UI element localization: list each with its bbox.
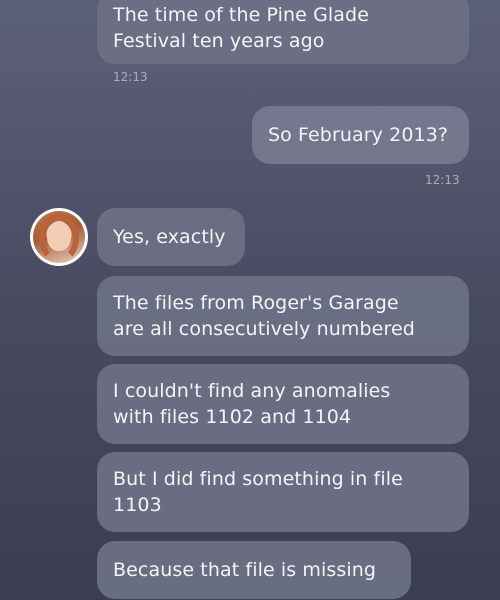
message-bubble-incoming[interactable]: But I did find something in file 1103 <box>97 452 469 532</box>
message-bubble-incoming[interactable]: Because that file is missing <box>97 541 411 599</box>
message-bubble-incoming[interactable]: I couldn't find any anomalies with files… <box>97 364 469 444</box>
message-bubble-incoming[interactable]: Yes, exactly <box>97 208 245 266</box>
message-timestamp: 12:13 <box>113 70 148 84</box>
message-timestamp: 12:13 <box>425 173 460 187</box>
message-bubble-outgoing[interactable]: So February 2013? <box>252 106 469 164</box>
avatar-photo <box>33 211 85 263</box>
message-bubble-incoming[interactable]: The time of the Pine Glade Festival ten … <box>97 0 469 64</box>
message-bubble-incoming[interactable]: The files from Roger's Garage are all co… <box>97 276 469 356</box>
contact-avatar[interactable] <box>30 208 88 266</box>
